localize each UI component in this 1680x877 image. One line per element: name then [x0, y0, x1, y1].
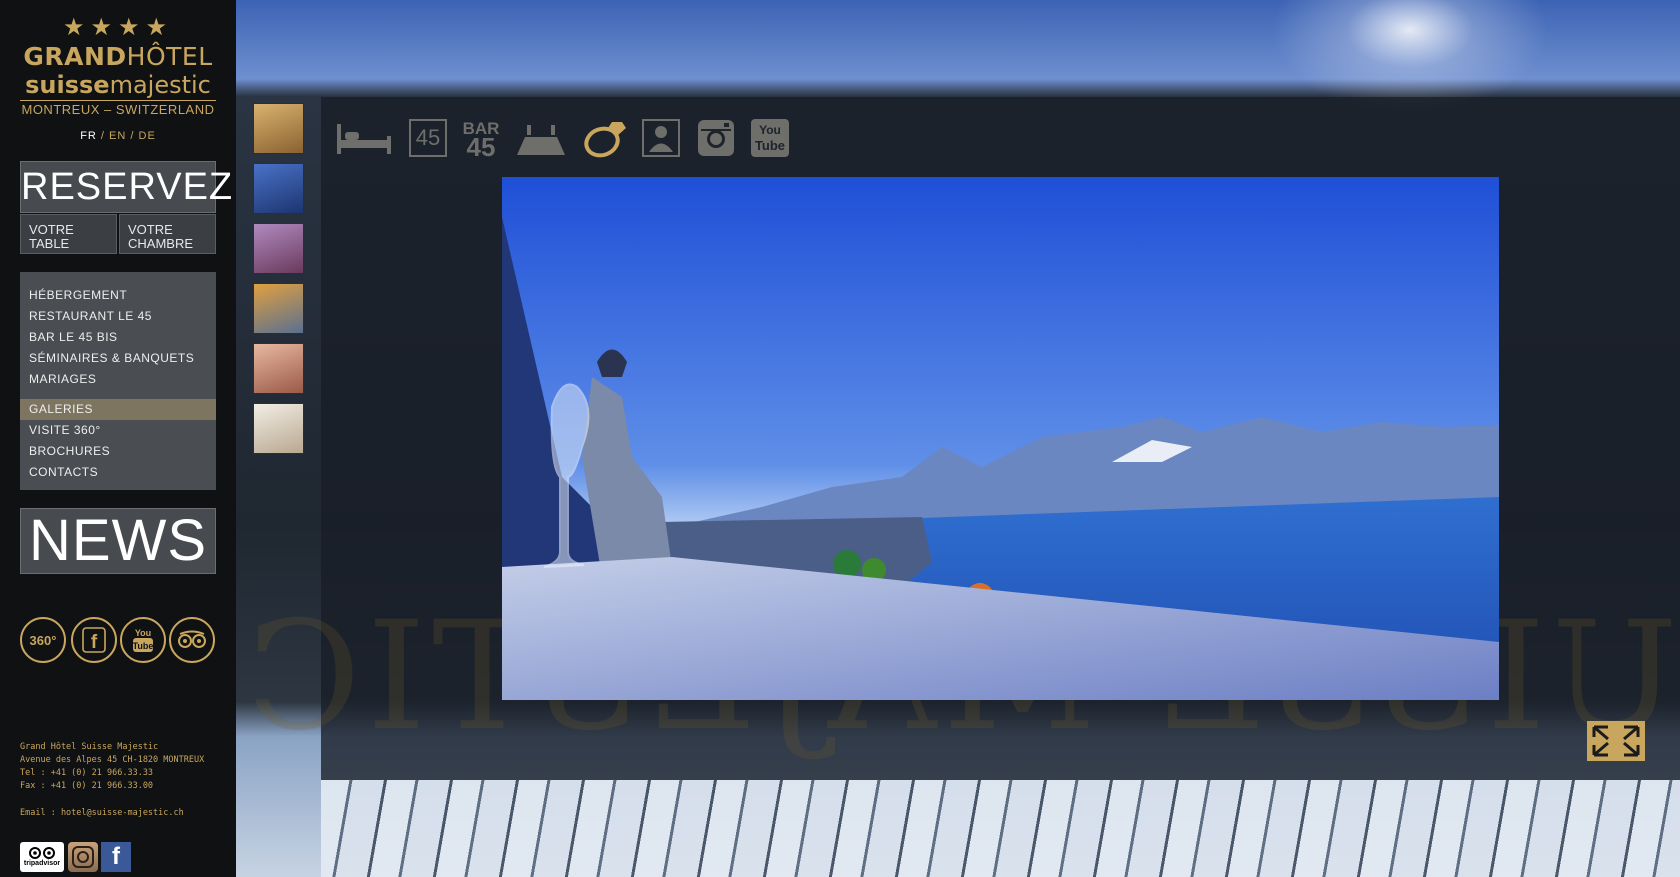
concierge-icon[interactable]: [641, 115, 681, 161]
thumb-lake-view[interactable]: [253, 163, 304, 214]
bed-icon[interactable]: [335, 115, 393, 161]
address-street: Avenue des Alpes 45 CH-1820 MONTREUX: [20, 755, 205, 765]
thumb-restaurant-hall[interactable]: [253, 103, 304, 154]
logo-line3: MONTREUX – SWITZERLAND: [20, 100, 216, 117]
lang-fr[interactable]: FR: [80, 130, 97, 142]
menu-item-seminaires[interactable]: SÉMINAIRES & BANQUETS: [20, 348, 216, 369]
fullscreen-button[interactable]: [1587, 721, 1645, 761]
hotel-logo[interactable]: ★★★★ GRANDHÔTEL suissemajestic MONTREUX …: [20, 14, 216, 117]
menu-item-brochures[interactable]: BROCHURES: [20, 441, 216, 462]
menu-divider: [20, 390, 216, 399]
menu-item-bar[interactable]: BAR LE 45 BIS: [20, 327, 216, 348]
youtube-icon[interactable]: You Tube: [750, 115, 790, 161]
news-button[interactable]: NEWS: [20, 508, 216, 574]
sidebar: ★★★★ GRANDHÔTEL suissemajestic MONTREUX …: [0, 0, 236, 877]
menu-item-hebergement[interactable]: HÉBERGEMENT: [20, 285, 216, 306]
reserve-button[interactable]: RESERVEZ: [20, 161, 234, 213]
hotel-address: Grand Hôtel Suisse Majestic Avenue des A…: [20, 741, 230, 820]
thumb-banquet-room[interactable]: [253, 343, 304, 394]
menu-item-visite-360[interactable]: VISITE 360°: [20, 420, 216, 441]
address-name: Grand Hôtel Suisse Majestic: [20, 742, 159, 752]
svg-text:You: You: [135, 628, 151, 638]
tripadvisor-icon[interactable]: tripadvisor: [20, 842, 64, 872]
logo-line1: GRANDHÔTEL: [23, 42, 213, 71]
address-email[interactable]: Email : hotel@suisse-majestic.ch: [20, 807, 230, 820]
reserve-label: RESERVEZ: [21, 166, 234, 208]
svg-text:Tube: Tube: [133, 641, 154, 651]
instagram-icon[interactable]: [696, 115, 736, 161]
social-links: 360° f You Tube: [20, 617, 220, 663]
news-label: NEWS: [29, 508, 207, 573]
logo-stars: ★★★★: [62, 14, 174, 41]
menu-item-restaurant[interactable]: RESTAURANT LE 45: [20, 306, 216, 327]
address-fax: Fax : +41 (0) 21 966.33.00: [20, 781, 154, 791]
bar-45-icon[interactable]: BAR 45: [460, 115, 502, 161]
thumb-bedroom[interactable]: [253, 403, 304, 454]
menu-item-contacts[interactable]: CONTACTS: [20, 462, 216, 483]
lang-en[interactable]: EN: [109, 130, 126, 142]
tripadvisor-icon[interactable]: [169, 617, 215, 663]
address-tel: Tel : +41 (0) 21 966.33.33: [20, 768, 154, 778]
restaurant-45-icon[interactable]: 45: [408, 115, 448, 161]
logo-line2: suissemajestic: [25, 71, 211, 99]
gallery-main-photo[interactable]: [502, 177, 1499, 700]
svg-text:f: f: [91, 632, 98, 653]
thumb-terrace[interactable]: [253, 283, 304, 334]
facebook-icon[interactable]: f: [101, 842, 131, 872]
main-menu: HÉBERGEMENT RESTAURANT LE 45 BAR LE 45 B…: [20, 272, 216, 490]
language-switcher: FR / EN / DE: [80, 130, 156, 142]
youtube-icon[interactable]: You Tube: [120, 617, 166, 663]
menu-item-galeries[interactable]: GALERIES: [20, 399, 216, 420]
terrace-floor: [321, 780, 1680, 877]
lake-geneva-photo: [502, 177, 1499, 700]
facebook-icon[interactable]: f: [71, 617, 117, 663]
expand-icon: [1592, 725, 1640, 757]
thumb-purple-dining[interactable]: [253, 223, 304, 274]
360-icon[interactable]: 360°: [20, 617, 66, 663]
reserve-room-button[interactable]: VOTRE CHAMBRE: [119, 214, 216, 254]
menu-item-mariages[interactable]: MARIAGES: [20, 369, 216, 390]
seminar-table-icon[interactable]: [513, 115, 569, 161]
gallery-thumbnails: [253, 103, 304, 463]
wedding-ring-icon[interactable]: [582, 115, 628, 161]
lang-de[interactable]: DE: [139, 130, 156, 142]
reserve-table-button[interactable]: VOTRE TABLE: [20, 214, 117, 254]
instagram-icon[interactable]: [68, 842, 98, 872]
